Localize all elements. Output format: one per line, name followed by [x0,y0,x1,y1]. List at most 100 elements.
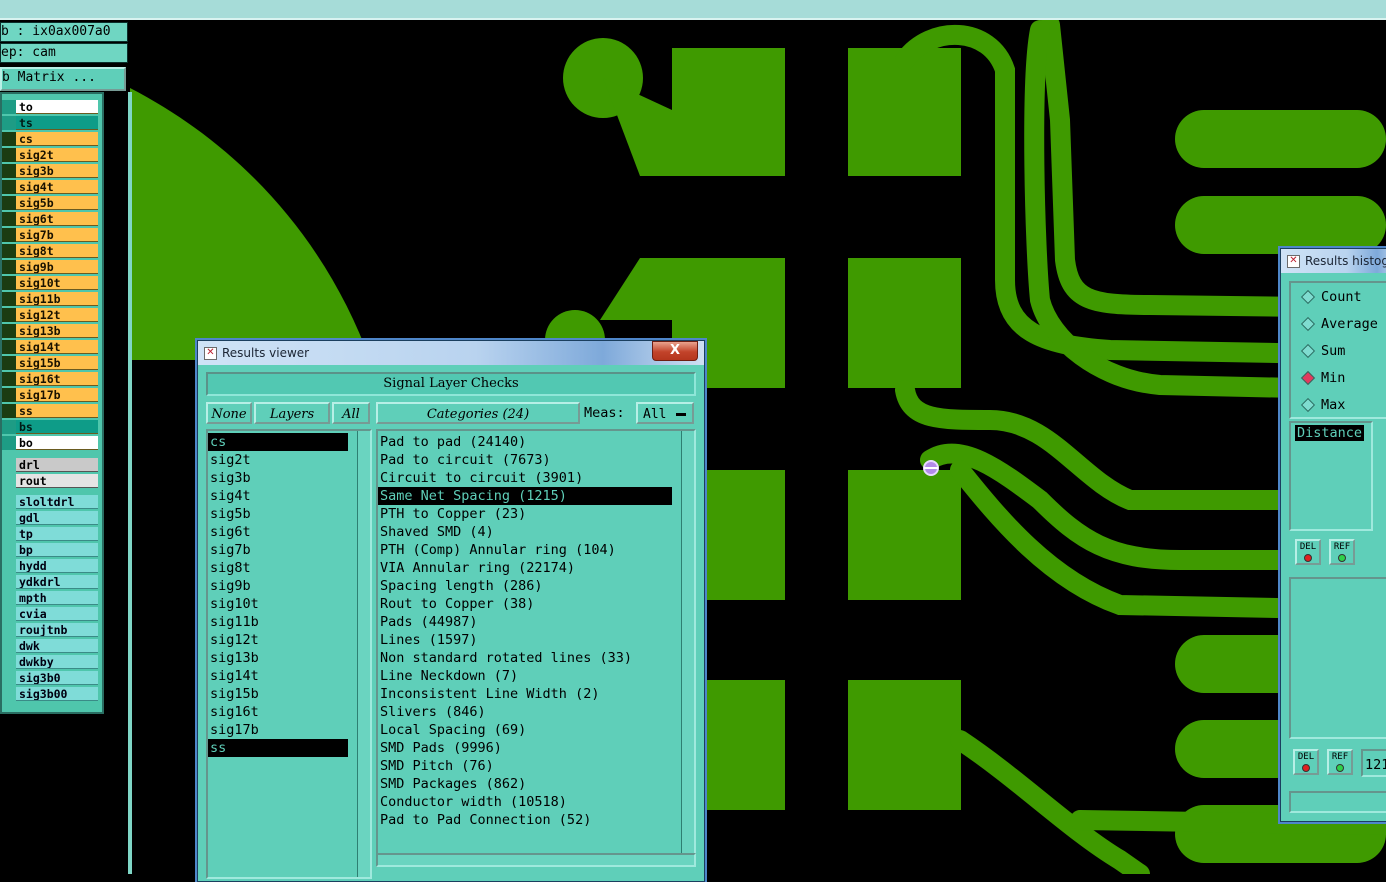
layers-button[interactable]: Layers [254,402,330,424]
layer-affected-mark[interactable] [2,244,16,258]
result-layer-item[interactable]: sig6t [208,523,348,541]
result-layer-item[interactable]: sig3b [208,469,348,487]
layer-row[interactable]: sig15b [16,356,98,370]
drill-layer-row[interactable]: rout [16,474,98,488]
ref-button[interactable]: REF [1329,539,1355,565]
category-item[interactable]: VIA Annular ring (22174) [378,559,672,577]
histogram-titlebar[interactable]: ✕ Results histog [1281,249,1386,273]
result-layer-item[interactable]: sig13b [208,649,348,667]
layer-row[interactable]: sig14t [16,340,98,354]
result-layer-item[interactable]: sig14t [208,667,348,685]
misc-layer-row[interactable]: ydkdrl [16,575,98,589]
category-item[interactable]: PTH to Copper (23) [378,505,672,523]
layer-row[interactable]: sig3b [16,164,98,178]
result-layer-item[interactable]: sig10t [208,595,348,613]
result-layer-item[interactable]: sig8t [208,559,348,577]
category-item[interactable]: Spacing length (286) [378,577,672,595]
layer-row[interactable]: sig17b [16,388,98,402]
layer-row[interactable]: sig8t [16,244,98,258]
category-item[interactable]: Local Spacing (69) [378,721,672,739]
result-layer-item[interactable]: sig4t [208,487,348,505]
layer-affected-mark[interactable] [2,100,16,114]
layer-affected-mark[interactable] [2,276,16,290]
result-layer-item[interactable]: sig7b [208,541,348,559]
layer-row[interactable]: sig9b [16,260,98,274]
measure-item[interactable]: Distance [1295,425,1365,441]
category-item[interactable]: SMD Pitch (76) [378,757,672,775]
result-layer-item[interactable]: sig16t [208,703,348,721]
layer-row[interactable]: sig13b [16,324,98,338]
layer-affected-mark[interactable] [2,116,16,130]
category-item[interactable]: SMD Pads (9996) [378,739,672,757]
layer-affected-mark[interactable] [2,132,16,146]
layer-affected-mark[interactable] [2,292,16,306]
layer-affected-mark[interactable] [2,324,16,338]
category-item[interactable]: Line Neckdown (7) [378,667,672,685]
layer-row[interactable]: sig7b [16,228,98,242]
category-item[interactable]: Circuit to circuit (3901) [378,469,672,487]
histogram-option[interactable]: Max [1299,393,1345,417]
layer-row[interactable]: sig11b [16,292,98,306]
category-item[interactable]: Non standard rotated lines (33) [378,649,672,667]
layer-row[interactable]: ss [16,404,98,418]
layer-row[interactable]: ts [16,116,98,130]
layer-affected-mark[interactable] [2,308,16,322]
misc-layer-row[interactable]: dwkby [16,655,98,669]
layer-affected-mark[interactable] [2,420,16,434]
misc-layer-row[interactable]: tp [16,527,98,541]
category-item[interactable]: SMD Packages (862) [378,775,672,793]
del-button[interactable]: DEL [1295,539,1321,565]
layer-affected-mark[interactable] [2,260,16,274]
category-item[interactable]: Pad to Pad Connection (52) [378,811,672,829]
result-layer-item[interactable]: sig11b [208,613,348,631]
histogram-option[interactable]: Count [1299,285,1362,309]
layer-row[interactable]: bs [16,420,98,434]
categories-scrollbar[interactable] [681,431,694,857]
layer-row[interactable]: cs [16,132,98,146]
misc-layer-row[interactable]: mpth [16,591,98,605]
layer-row[interactable]: sig5b [16,196,98,210]
layer-row[interactable]: bo [16,436,98,450]
histogram-option[interactable]: Average [1299,312,1378,336]
histogram-option[interactable]: Min [1299,366,1345,390]
category-item[interactable]: Shaved SMD (4) [378,523,672,541]
layer-row[interactable]: sig2t [16,148,98,162]
layer-row[interactable]: to [16,100,98,114]
result-layer-item[interactable]: sig2t [208,451,348,469]
result-layer-item[interactable]: cs [208,433,348,451]
layer-affected-mark[interactable] [2,196,16,210]
layer-affected-mark[interactable] [2,372,16,386]
layer-row[interactable]: sig10t [16,276,98,290]
misc-layer-row[interactable]: cvia [16,607,98,621]
layer-affected-mark[interactable] [2,404,16,418]
drill-layer-row[interactable]: drl [16,458,98,472]
category-item[interactable]: Pads (44987) [378,613,672,631]
category-item[interactable]: Pad to circuit (7673) [378,451,672,469]
layer-affected-mark[interactable] [2,388,16,402]
layer-affected-mark[interactable] [2,436,16,450]
category-item[interactable]: Rout to Copper (38) [378,595,672,613]
none-button[interactable]: None [206,402,252,424]
misc-layer-row[interactable]: dwk [16,639,98,653]
layer-affected-mark[interactable] [2,148,16,162]
layer-affected-mark[interactable] [2,212,16,226]
category-item[interactable]: Slivers (846) [378,703,672,721]
layer-row[interactable]: sig12t [16,308,98,322]
misc-layer-row[interactable]: sig3b00 [16,687,98,701]
result-layer-item[interactable]: sig17b [208,721,348,739]
histogram-option[interactable]: Sum [1299,339,1345,363]
category-item[interactable]: Pad to pad (24140) [378,433,672,451]
layer-row[interactable]: sig16t [16,372,98,386]
misc-layer-row[interactable]: hydd [16,559,98,573]
layer-affected-mark[interactable] [2,180,16,194]
del-button-2[interactable]: DEL [1293,749,1319,775]
category-item[interactable]: Conductor width (10518) [378,793,672,811]
result-layer-item[interactable]: sig9b [208,577,348,595]
results-viewer-titlebar[interactable]: ✕ Results viewer X [198,341,704,365]
matrix-button[interactable]: b Matrix ... [0,67,126,91]
ref-button-2[interactable]: REF [1327,749,1353,775]
result-layer-item[interactable]: sig5b [208,505,348,523]
category-item[interactable]: Inconsistent Line Width (2) [378,685,672,703]
layer-row[interactable]: sig6t [16,212,98,226]
layer-row[interactable]: sig4t [16,180,98,194]
